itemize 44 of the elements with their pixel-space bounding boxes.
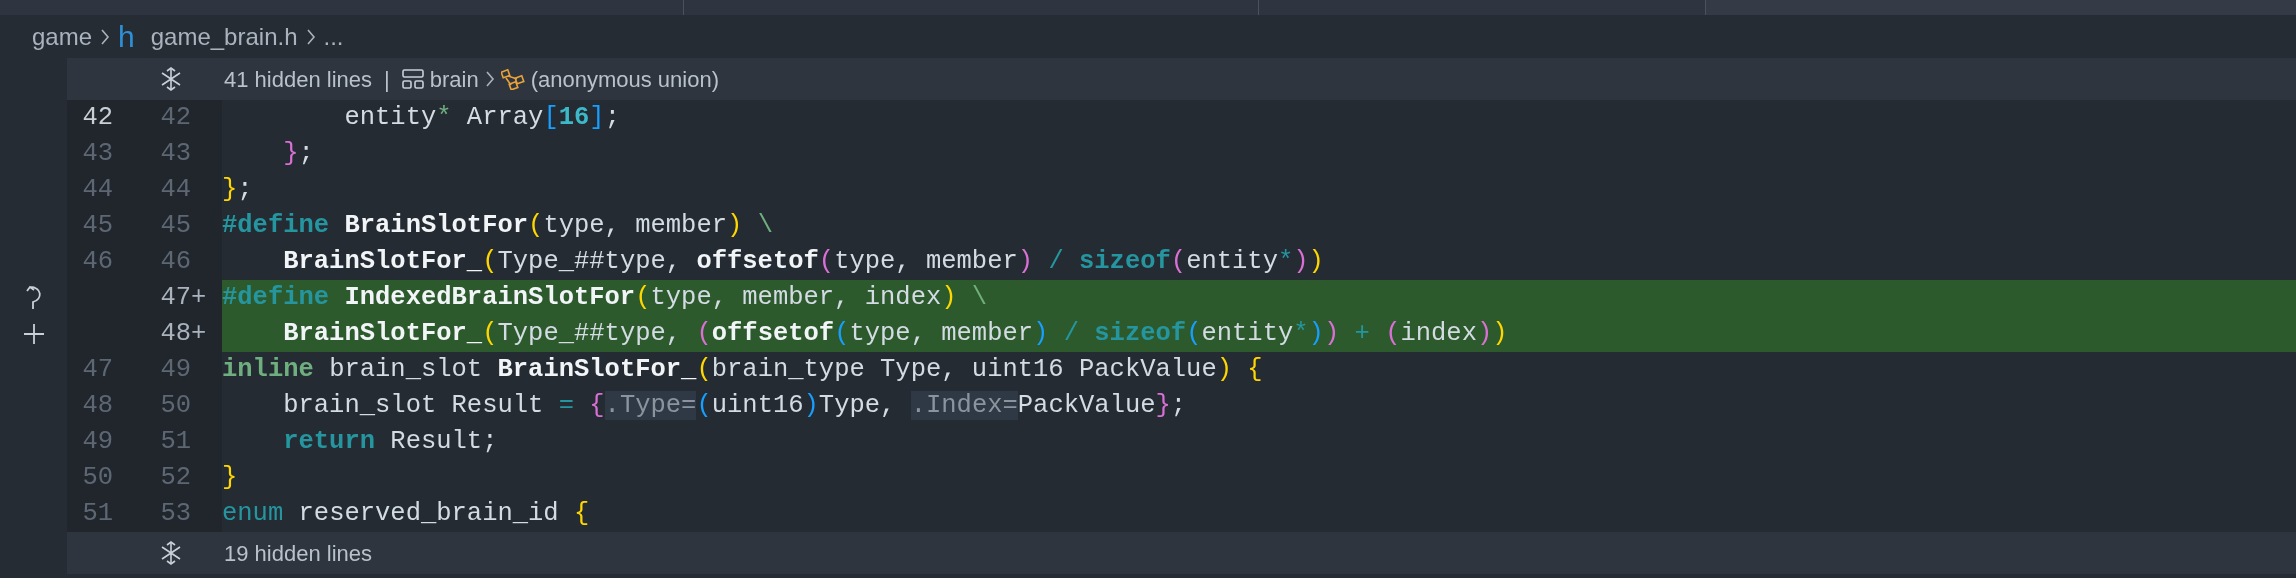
line-number: 42: [82, 103, 113, 132]
line-number: 45: [160, 211, 191, 240]
line-number: 46: [160, 247, 191, 276]
line-number: 44: [82, 175, 113, 204]
plus-icon: [22, 323, 45, 345]
line-number: 47: [160, 283, 191, 312]
chevron-right-icon: [305, 27, 316, 46]
line-number: 49: [160, 355, 191, 384]
line-number: 53: [160, 499, 191, 528]
line-number: 51: [160, 427, 191, 456]
added-line-marker: +: [191, 319, 207, 348]
line-number: 46: [82, 247, 113, 276]
unfold-icon: [159, 541, 182, 565]
hidden-lines-label[interactable]: 41 hidden lines: [224, 62, 372, 96]
line-number: 48: [82, 391, 113, 420]
hidden-lines-label[interactable]: 19 hidden lines: [224, 536, 372, 570]
line-number: 49: [82, 427, 113, 456]
line-number: 50: [82, 463, 113, 492]
line-number: 50: [160, 391, 191, 420]
chevron-right-icon: [100, 27, 111, 46]
line-number: 44: [160, 175, 191, 204]
added-line-marker: +: [191, 283, 207, 312]
breadcrumb-more[interactable]: ...: [323, 18, 344, 55]
undo-icon: [23, 285, 44, 311]
line-number: 42: [160, 103, 191, 132]
line-number: 43: [82, 139, 113, 168]
breadcrumb-item[interactable]: (anonymous union): [530, 62, 719, 96]
breadcrumb-item[interactable]: game_brain.h: [150, 18, 298, 55]
folded-region-bar[interactable]: 19 hidden lines: [67, 532, 2296, 574]
line-number: 43: [160, 139, 191, 168]
structure-icon: [401, 69, 424, 89]
folded-region-bar[interactable]: 41 hidden lines | brain (anonymous union): [67, 58, 2296, 100]
separator-text: |: [384, 65, 390, 94]
line-number: 51: [82, 499, 113, 528]
breadcrumb-item[interactable]: brain: [429, 62, 479, 96]
line-number: 48: [160, 319, 191, 348]
line-number: 47: [82, 355, 113, 384]
unfold-icon: [159, 67, 182, 91]
breadcrumb-item[interactable]: game: [32, 18, 93, 55]
file-type-icon: h: [118, 21, 135, 52]
line-number: 45: [82, 211, 113, 240]
chevron-right-icon: [484, 70, 495, 88]
hierarchy-icon: [500, 68, 525, 90]
line-number: 52: [160, 463, 191, 492]
